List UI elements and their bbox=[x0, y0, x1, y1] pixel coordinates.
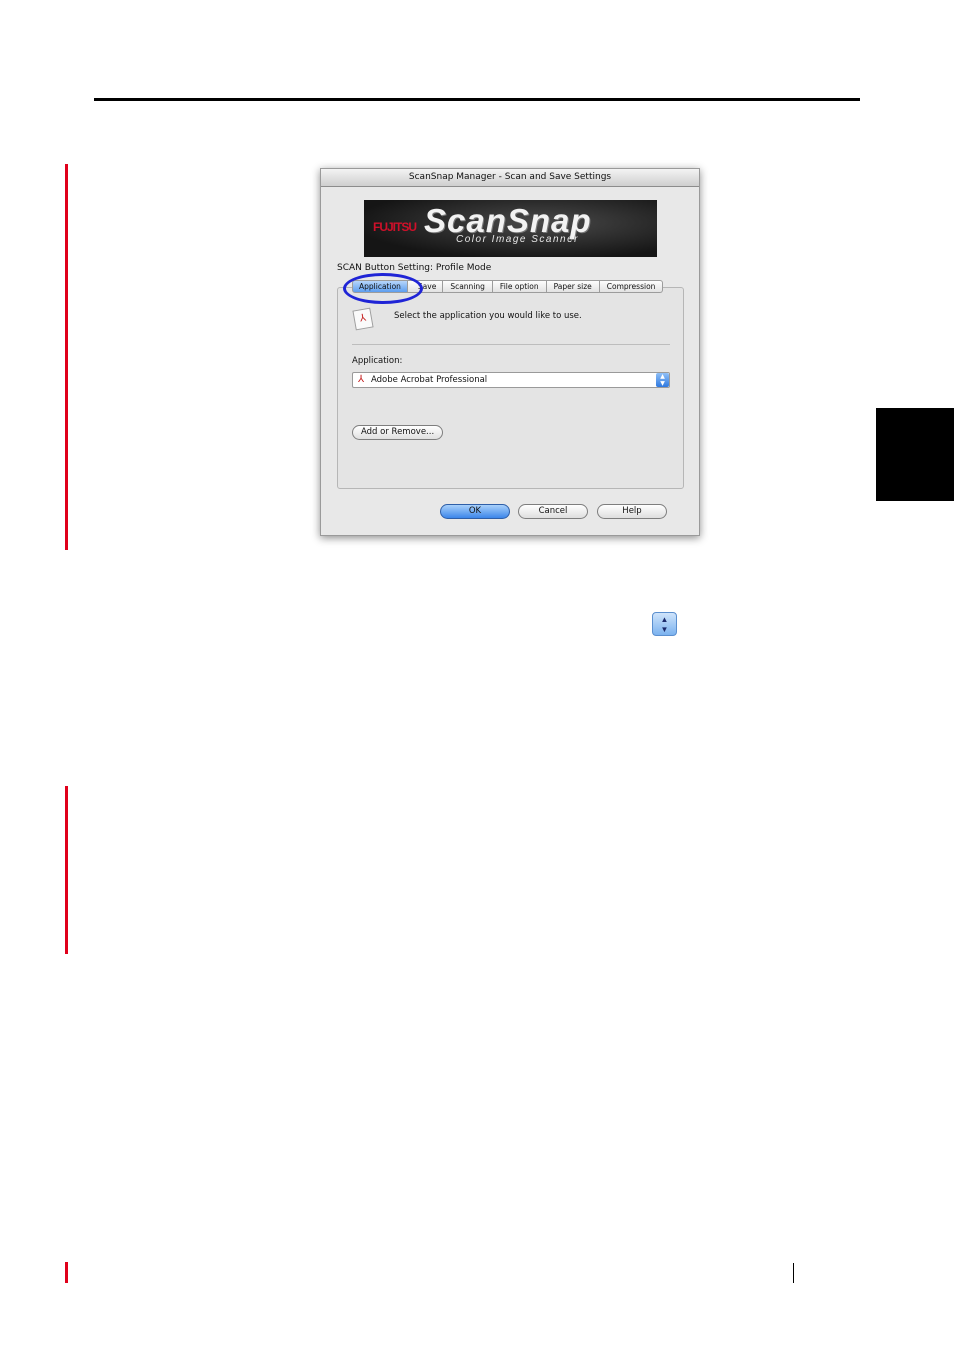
popup-stepper-icon: ▲ ▼ bbox=[652, 612, 677, 636]
application-select-value: Adobe Acrobat Professional bbox=[371, 375, 488, 385]
fujitsu-logo: FUJITSU bbox=[373, 220, 417, 234]
ok-button[interactable]: OK bbox=[440, 504, 510, 519]
footer-divider bbox=[793, 1263, 794, 1283]
tab-compression[interactable]: Compression bbox=[599, 280, 664, 293]
banner-tagline: Color Image Scanner bbox=[456, 234, 579, 245]
chapter-tab bbox=[876, 408, 954, 501]
acrobat-document-icon: ⅄ bbox=[352, 307, 374, 331]
highlight-circle bbox=[343, 273, 423, 304]
application-select[interactable]: ⅄ Adobe Acrobat Professional ▲ ▼ bbox=[352, 372, 670, 388]
application-label: Application: bbox=[352, 356, 403, 366]
acrobat-icon: ⅄ bbox=[358, 374, 365, 385]
change-bar bbox=[65, 786, 68, 954]
dialog-title[interactable]: ScanSnap Manager - Scan and Save Setting… bbox=[321, 169, 699, 187]
add-remove-button[interactable]: Add or Remove... bbox=[352, 425, 444, 440]
scansnap-banner: FUJITSU ScanSnap Color Image Scanner bbox=[364, 200, 657, 257]
help-button[interactable]: Help bbox=[597, 504, 667, 519]
separator bbox=[352, 344, 670, 345]
tab-paper-size[interactable]: Paper size bbox=[546, 280, 600, 293]
tab-scanning[interactable]: Scanning bbox=[443, 280, 493, 293]
cancel-button[interactable]: Cancel bbox=[518, 504, 588, 519]
profile-mode-label: SCAN Button Setting: Profile Mode bbox=[337, 263, 492, 273]
instruction-text: Select the application you would like to… bbox=[394, 311, 582, 321]
change-bar bbox=[65, 1262, 68, 1283]
scan-save-settings-dialog: ScanSnap Manager - Scan and Save Setting… bbox=[320, 168, 700, 536]
tab-file-option[interactable]: File option bbox=[492, 280, 547, 293]
select-stepper-icon[interactable]: ▲ ▼ bbox=[656, 373, 669, 387]
change-bar bbox=[65, 164, 68, 550]
application-panel: ⅄ Select the application you would like … bbox=[337, 287, 684, 489]
header-rule bbox=[94, 98, 860, 101]
